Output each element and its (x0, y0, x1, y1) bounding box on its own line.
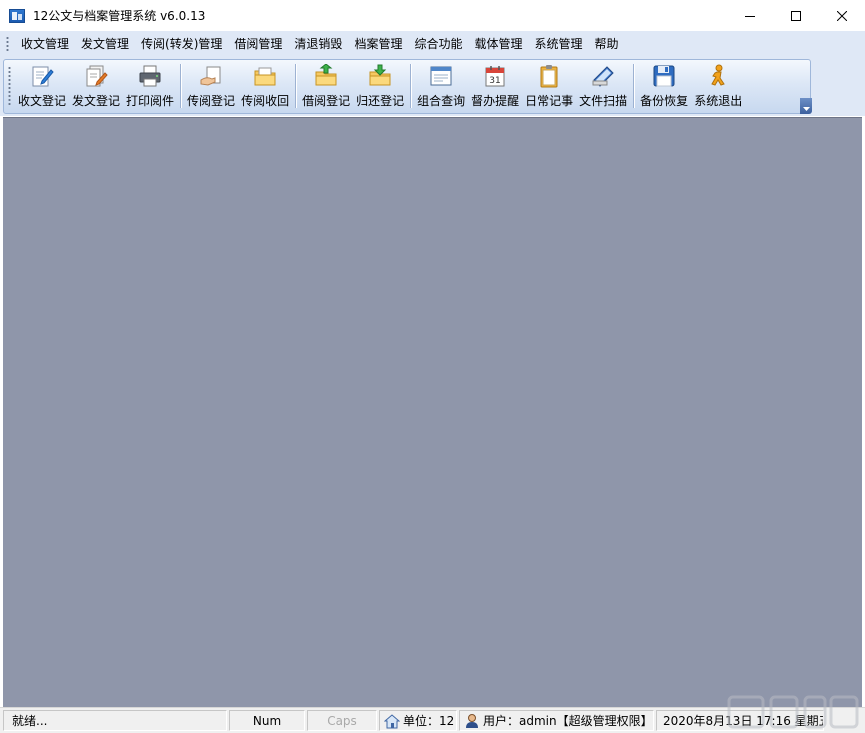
toolbar-separator (295, 64, 297, 108)
floppy-disk-icon (651, 63, 677, 89)
window-controls (727, 0, 865, 31)
toolbar-separator (633, 64, 635, 108)
print-button[interactable]: 打印阅件 (123, 60, 177, 113)
calendar-reminder-icon: 31 (482, 63, 508, 89)
title-bar: 12公文与档案管理系统 v6.0.13 (0, 0, 865, 31)
menu-media[interactable]: 载体管理 (468, 31, 528, 57)
toolbar-area: 收文登记 发文登记 打印阅件 传阅登记 传阅收回 借阅登记 归还登记 组合查询 … (0, 57, 865, 116)
printer-icon (137, 63, 163, 89)
status-user-text: 用户：admin【超级管理权限】 (483, 714, 653, 728)
menu-system[interactable]: 系统管理 (528, 31, 588, 57)
circulate-return-icon (252, 63, 278, 89)
scan-label: 文件扫描 (579, 94, 628, 108)
combined-query-icon (428, 63, 454, 89)
mdi-workspace[interactable] (3, 117, 862, 707)
circulate-register-icon (198, 63, 224, 89)
return-register-button[interactable]: 归还登记 (353, 60, 407, 113)
menu-receive-docs[interactable]: 收文管理 (15, 31, 75, 57)
close-button[interactable] (819, 0, 865, 31)
home-icon (384, 713, 400, 729)
menu-archives[interactable]: 档案管理 (348, 31, 408, 57)
receive-register-button[interactable]: 收文登记 (15, 60, 69, 113)
toolbar-grip[interactable] (8, 66, 11, 106)
chevron-down-icon (802, 107, 810, 111)
send-register-icon (83, 63, 109, 89)
backup-restore-label: 备份恢复 (640, 94, 689, 108)
status-num: Num (229, 710, 305, 731)
menu-grip[interactable] (6, 36, 9, 52)
circulate-register-label: 传阅登记 (187, 94, 236, 108)
daily-notes-label: 日常记事 (525, 94, 574, 108)
scan-button[interactable]: 文件扫描 (576, 60, 630, 113)
send-register-label: 发文登记 (72, 94, 121, 108)
window-title: 12公文与档案管理系统 v6.0.13 (33, 9, 206, 23)
svg-text:31: 31 (489, 76, 500, 86)
status-caps-text: Caps (327, 713, 357, 728)
combined-query-label: 组合查询 (417, 94, 466, 108)
status-ready: 就绪... (3, 710, 227, 731)
return-register-label: 归还登记 (356, 94, 405, 108)
maximize-icon (791, 10, 801, 21)
circulate-return-label: 传阅收回 (241, 94, 290, 108)
menu-help[interactable]: 帮助 (589, 31, 625, 57)
receive-register-label: 收文登记 (18, 94, 67, 108)
return-register-icon (367, 63, 393, 89)
main-toolbar: 收文登记 发文登记 打印阅件 传阅登记 传阅收回 借阅登记 归还登记 组合查询 … (3, 59, 812, 114)
exit-runner-icon (705, 63, 731, 89)
menu-circulation[interactable]: 传阅(转发)管理 (135, 31, 228, 57)
status-user: 用户：admin【超级管理权限】 (459, 710, 654, 731)
exit-button[interactable]: 系统退出 (691, 60, 745, 113)
print-label: 打印阅件 (126, 94, 175, 108)
menu-send-docs[interactable]: 发文管理 (75, 31, 135, 57)
watermark-logo (727, 695, 859, 729)
user-icon (464, 713, 480, 729)
menu-borrowing[interactable]: 借阅管理 (228, 31, 288, 57)
menu-integrated[interactable]: 综合功能 (408, 31, 468, 57)
toolbar-separator (410, 64, 412, 108)
toolbar-separator (180, 64, 182, 108)
minimize-button[interactable] (727, 0, 773, 31)
minimize-icon (745, 15, 755, 17)
combined-query-button[interactable]: 组合查询 (414, 60, 468, 113)
status-unit: 单位：12 (379, 710, 457, 731)
backup-restore-button[interactable]: 备份恢复 (637, 60, 691, 113)
menu-bar: 收文管理 发文管理 传阅(转发)管理 借阅管理 清退销毁 档案管理 综合功能 载… (0, 31, 865, 57)
close-icon (837, 10, 847, 21)
scanner-icon (590, 63, 616, 89)
status-caps: Caps (307, 710, 377, 731)
circulate-register-button[interactable]: 传阅登记 (184, 60, 238, 113)
status-bar: 就绪... Num Caps 单位：12 用户：admin【超级管理权限】 20… (0, 695, 865, 733)
reminder-label: 督办提醒 (471, 94, 520, 108)
maximize-button[interactable] (773, 0, 819, 31)
receive-register-icon (29, 63, 55, 89)
daily-notes-button[interactable]: 日常记事 (522, 60, 576, 113)
status-num-text: Num (252, 713, 282, 728)
menu-disposal[interactable]: 清退销毁 (288, 31, 348, 57)
app-icon[interactable] (9, 8, 25, 23)
reminder-button[interactable]: 31 督办提醒 (468, 60, 522, 113)
status-ready-text: 就绪... (12, 714, 48, 728)
send-register-button[interactable]: 发文登记 (69, 60, 123, 113)
clipboard-notes-icon (536, 63, 562, 89)
toolbar-overflow-button[interactable] (800, 98, 812, 114)
circulate-return-button[interactable]: 传阅收回 (238, 60, 292, 113)
status-unit-text: 单位：12 (403, 714, 455, 728)
exit-label: 系统退出 (694, 94, 743, 108)
borrow-register-button[interactable]: 借阅登记 (299, 60, 353, 113)
borrow-register-icon (313, 63, 339, 89)
borrow-register-label: 借阅登记 (302, 94, 351, 108)
